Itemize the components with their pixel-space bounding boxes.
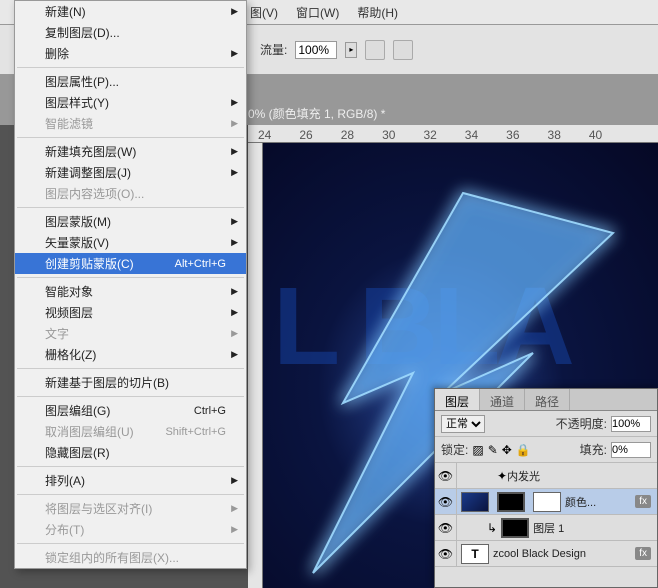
mask-thumb: [497, 492, 525, 512]
lock-all-icon[interactable]: 🔒: [516, 443, 531, 457]
layer-thumb: [461, 492, 489, 512]
menu-layer-mask[interactable]: 图层蒙版(M)▶: [15, 211, 246, 232]
menu-arrange[interactable]: 排列(A)▶: [15, 470, 246, 491]
menu-window[interactable]: 窗口(W): [296, 4, 339, 21]
menu-view[interactable]: 图(V): [250, 4, 278, 21]
menu-text: 文字▶: [15, 323, 246, 344]
menu-new-fill-layer[interactable]: 新建填充图层(W)▶: [15, 141, 246, 162]
layer-thumb: [501, 518, 529, 538]
menu-video-layer[interactable]: 视频图层▶: [15, 302, 246, 323]
text-layer-icon: T: [461, 544, 489, 564]
menu-align: 将图层与选区对齐(I)▶: [15, 498, 246, 519]
fx-badge[interactable]: fx: [635, 495, 651, 508]
vertical-ruler: [248, 143, 263, 588]
menu-vector-mask[interactable]: 矢量蒙版(V)▶: [15, 232, 246, 253]
visibility-icon[interactable]: 👁: [435, 463, 457, 489]
layer-1[interactable]: 👁 ↳ 图层 1: [435, 515, 657, 541]
menu-layer-content: 图层内容选项(O)...: [15, 183, 246, 204]
layer-effect-glow[interactable]: 👁 ✦ 内发光: [435, 463, 657, 489]
tab-channels[interactable]: 通道: [480, 389, 525, 410]
effect-icon: ✦: [497, 469, 507, 483]
fill-label: 填充:: [580, 441, 607, 458]
visibility-icon[interactable]: 👁: [435, 541, 457, 567]
layer-text[interactable]: 👁 T zcool Black Design fx: [435, 541, 657, 567]
layer-color-fill[interactable]: 👁 颜色... fx: [435, 489, 657, 515]
menu-slice[interactable]: 新建基于图层的切片(B): [15, 372, 246, 393]
mask-thumb-2: [533, 492, 561, 512]
opacity-input[interactable]: [611, 416, 651, 432]
tab-layers[interactable]: 图层: [435, 389, 480, 410]
menu-layer-props[interactable]: 图层属性(P)...: [15, 71, 246, 92]
menu-hide-layer[interactable]: 隐藏图层(R): [15, 442, 246, 463]
menu-lock-all: 锁定组内的所有图层(X)...: [15, 547, 246, 568]
menu-copy-layer[interactable]: 复制图层(D)...: [15, 22, 246, 43]
lock-label: 锁定:: [441, 441, 468, 458]
lock-brush-icon[interactable]: ✎: [488, 443, 498, 457]
tab-paths[interactable]: 路径: [525, 389, 570, 410]
menu-help[interactable]: 帮助(H): [357, 4, 398, 21]
menu-smart-object[interactable]: 智能对象▶: [15, 281, 246, 302]
flow-dropdown[interactable]: ▸: [345, 42, 357, 58]
menu-clipping-mask[interactable]: 创建剪贴蒙版(C)Alt+Ctrl+G: [15, 253, 246, 274]
menu-new[interactable]: 新建(N)▶: [15, 1, 246, 22]
fill-input[interactable]: [611, 442, 651, 458]
menu-group[interactable]: 图层编组(G)Ctrl+G: [15, 400, 246, 421]
lock-transparency-icon[interactable]: ▨: [472, 443, 483, 457]
lock-move-icon[interactable]: ✥: [502, 443, 512, 457]
menu-layer-style[interactable]: 图层样式(Y)▶: [15, 92, 246, 113]
tablet-icon[interactable]: [393, 40, 413, 60]
blend-mode-select[interactable]: 正常: [441, 415, 485, 433]
layer-context-menu: 新建(N)▶ 复制图层(D)... 删除▶ 图层属性(P)... 图层样式(Y)…: [14, 0, 247, 569]
menu-rasterize[interactable]: 栅格化(Z)▶: [15, 344, 246, 365]
airbrush-icon[interactable]: [365, 40, 385, 60]
menu-distribute: 分布(T)▶: [15, 519, 246, 540]
flow-input[interactable]: [295, 41, 337, 59]
menu-smart-filter: 智能滤镜▶: [15, 113, 246, 134]
opacity-label: 不透明度:: [556, 415, 607, 432]
horizontal-ruler: 242628303234363840: [248, 125, 658, 143]
menu-new-adjust-layer[interactable]: 新建调整图层(J)▶: [15, 162, 246, 183]
visibility-icon[interactable]: 👁: [435, 489, 457, 515]
menu-delete[interactable]: 删除▶: [15, 43, 246, 64]
flow-label: 流量:: [260, 41, 287, 58]
menu-ungroup: 取消图层编组(U)Shift+Ctrl+G: [15, 421, 246, 442]
layers-panel: 图层 通道 路径 正常 不透明度: 锁定: ▨ ✎ ✥ 🔒 填充: 👁 ✦ 内发…: [434, 388, 658, 588]
visibility-icon[interactable]: 👁: [435, 515, 457, 541]
fx-badge[interactable]: fx: [635, 547, 651, 560]
document-tab[interactable]: 0% (颜色填充 1, RGB/8) *: [248, 107, 385, 121]
